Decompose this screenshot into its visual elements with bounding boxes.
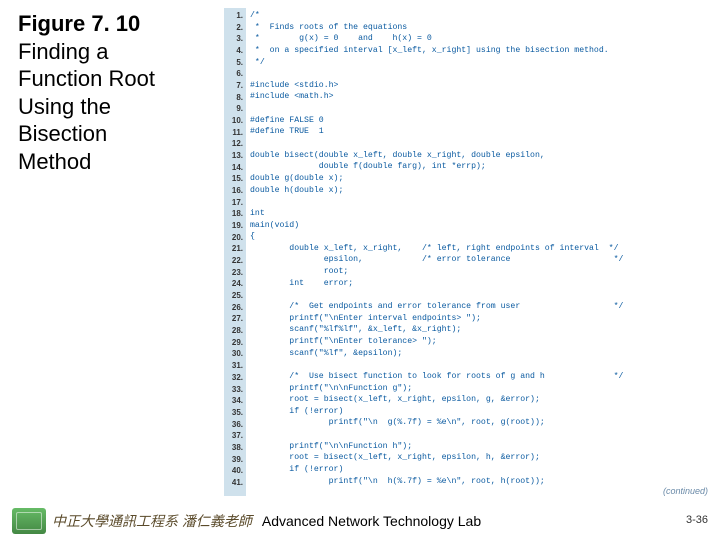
line-number: 34.	[224, 395, 243, 407]
line-number: 18.	[224, 208, 243, 220]
line-number: 10.	[224, 115, 243, 127]
line-number: 1.	[224, 10, 243, 22]
code-listing: 1.2.3.4.5.6.7.8.9.10.11.12.13.14.15.16.1…	[224, 8, 712, 496]
line-number: 12.	[224, 138, 243, 150]
line-number: 33.	[224, 384, 243, 396]
line-number: 15.	[224, 173, 243, 185]
caption-line: Bisection	[18, 120, 218, 148]
line-number: 29.	[224, 337, 243, 349]
line-number: 4.	[224, 45, 243, 57]
line-number: 27.	[224, 313, 243, 325]
continued-label: (continued)	[663, 486, 708, 496]
line-number: 35.	[224, 407, 243, 419]
line-number: 3.	[224, 33, 243, 45]
line-number: 2.	[224, 22, 243, 34]
line-number: 28.	[224, 325, 243, 337]
line-number: 17.	[224, 197, 243, 209]
line-number: 41.	[224, 477, 243, 489]
line-number: 9.	[224, 103, 243, 115]
line-number: 37.	[224, 430, 243, 442]
lab-logo-icon	[12, 508, 46, 534]
caption-line: Using the	[18, 93, 218, 121]
title-block: Figure 7. 10 Finding a Function Root Usi…	[18, 10, 218, 175]
slide: Figure 7. 10 Finding a Function Root Usi…	[0, 0, 720, 540]
caption-line: Finding a	[18, 38, 218, 66]
line-number: 11.	[224, 127, 243, 139]
page-number: 3-36	[686, 514, 708, 526]
figure-label: Figure 7. 10	[18, 10, 218, 38]
line-number: 30.	[224, 348, 243, 360]
line-number: 6.	[224, 68, 243, 80]
line-number: 16.	[224, 185, 243, 197]
line-number: 23.	[224, 267, 243, 279]
line-number: 22.	[224, 255, 243, 267]
line-number: 20.	[224, 232, 243, 244]
line-number: 25.	[224, 290, 243, 302]
footer-chinese: 中正大學通訊工程系 潘仁義老師	[52, 511, 252, 531]
line-number: 8.	[224, 92, 243, 104]
line-number: 32.	[224, 372, 243, 384]
line-number: 21.	[224, 243, 243, 255]
line-number: 19.	[224, 220, 243, 232]
line-number: 36.	[224, 419, 243, 431]
line-number: 39.	[224, 454, 243, 466]
line-number: 14.	[224, 162, 243, 174]
line-number: 40.	[224, 465, 243, 477]
code-body: /* * Finds roots of the equations * g(x)…	[246, 8, 627, 496]
line-number: 7.	[224, 80, 243, 92]
line-number: 5.	[224, 57, 243, 69]
caption-line: Method	[18, 148, 218, 176]
footer-english: Advanced Network Technology Lab	[262, 513, 481, 529]
line-number: 38.	[224, 442, 243, 454]
footer: 中正大學通訊工程系 潘仁義老師 Advanced Network Technol…	[0, 508, 720, 534]
caption-line: Function Root	[18, 65, 218, 93]
line-number: 13.	[224, 150, 243, 162]
line-number: 24.	[224, 278, 243, 290]
line-number: 31.	[224, 360, 243, 372]
line-number-gutter: 1.2.3.4.5.6.7.8.9.10.11.12.13.14.15.16.1…	[224, 8, 246, 496]
line-number: 26.	[224, 302, 243, 314]
